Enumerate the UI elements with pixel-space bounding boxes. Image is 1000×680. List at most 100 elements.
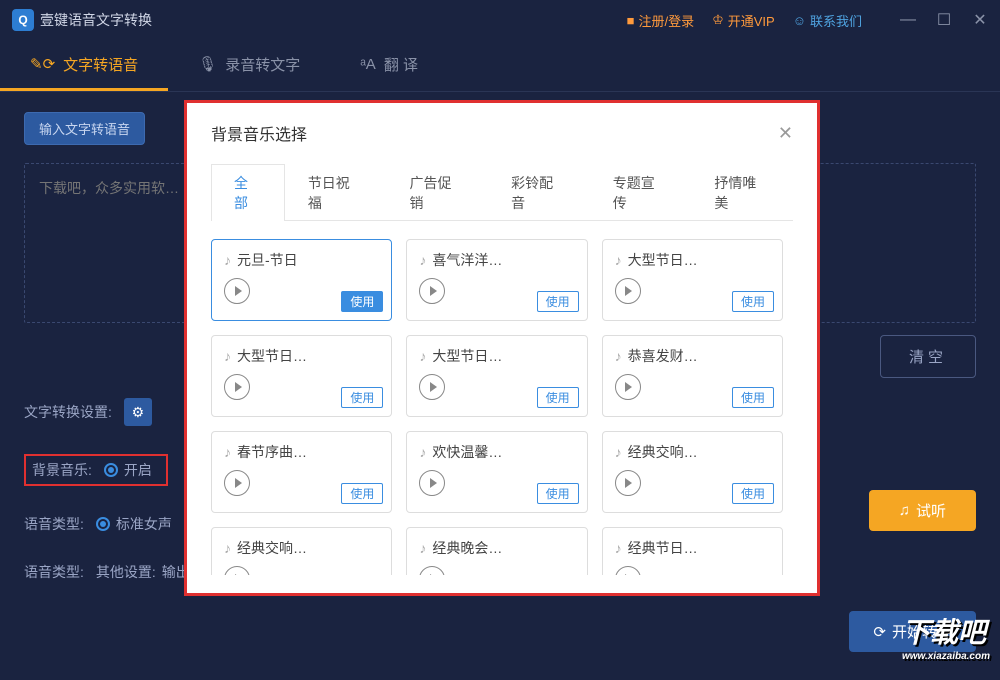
play-icon	[625, 382, 632, 392]
music-note-icon: ♪	[224, 444, 231, 460]
play-button[interactable]	[224, 374, 250, 400]
modal-tab-1[interactable]: 节日祝福	[285, 164, 387, 221]
music-title: 经典交响…	[237, 538, 307, 558]
tab-label: 翻 译	[384, 54, 418, 75]
music-card[interactable]: ♪ 大型节日… 使用	[602, 239, 783, 321]
use-button[interactable]: 使用	[537, 387, 579, 408]
music-card[interactable]: ♪ 大型节日… 使用	[406, 335, 587, 417]
titlebar: Q 壹键语音文字转换 ■ 注册/登录 ♔ 开通VIP ☺ 联系我们 — ☐ ✕	[0, 0, 1000, 40]
bgm-highlight: 背景音乐: 开启	[24, 454, 168, 486]
app-name: 壹键语音文字转换	[40, 10, 152, 30]
tab-speech-to-text[interactable]: 🎙录音转文字	[168, 40, 330, 91]
contact-label: 联系我们	[810, 11, 862, 30]
music-title: 恭喜发财…	[628, 346, 698, 366]
music-card[interactable]: ♪ 春节序曲… 使用	[211, 431, 392, 513]
voice-radio[interactable]	[96, 517, 110, 531]
play-button[interactable]	[419, 566, 445, 575]
play-icon	[430, 286, 437, 296]
music-note-icon: ♪	[224, 348, 231, 364]
music-card[interactable]: ♪ 经典交响… 使用	[602, 431, 783, 513]
music-card[interactable]: ♪ 喜气洋洋… 使用	[406, 239, 587, 321]
modal-close-button[interactable]: ✕	[778, 123, 793, 144]
input-text-button[interactable]: 输入文字转语音	[24, 112, 145, 145]
use-button[interactable]: 使用	[537, 483, 579, 504]
music-note-icon: ♪	[419, 444, 426, 460]
minimize-button[interactable]: —	[900, 12, 916, 28]
music-name-row: ♪ 大型节日…	[615, 250, 770, 270]
music-note-icon: ♪	[615, 348, 622, 364]
convert-button[interactable]: ⟳ 开始转换	[849, 611, 976, 652]
login-link[interactable]: ■ 注册/登录	[627, 11, 694, 30]
music-card[interactable]: ♪ 经典节日… 使用	[602, 527, 783, 575]
use-button[interactable]: 使用	[732, 291, 774, 312]
modal-tab-5[interactable]: 抒情唯美	[691, 164, 793, 221]
music-title: 经典晚会…	[432, 538, 502, 558]
music-note-icon: ♪	[419, 540, 426, 556]
close-button[interactable]: ✕	[972, 12, 988, 28]
use-button[interactable]: 使用	[732, 483, 774, 504]
music-name-row: ♪ 恭喜发财…	[615, 346, 770, 366]
play-button[interactable]	[419, 278, 445, 304]
play-button[interactable]	[615, 470, 641, 496]
translate-icon: ᵃA	[360, 56, 376, 73]
music-card[interactable]: ♪ 元旦-节日 使用	[211, 239, 392, 321]
music-title: 欢快温馨…	[432, 442, 502, 462]
play-button[interactable]	[615, 566, 641, 575]
gear-icon: ⚙	[132, 404, 145, 421]
play-button[interactable]	[419, 374, 445, 400]
modal-tab-4[interactable]: 专题宣传	[590, 164, 692, 221]
mic-icon: 🎙	[198, 55, 217, 73]
music-note-icon: ♪	[615, 444, 622, 460]
bgm-label: 背景音乐:	[32, 460, 92, 480]
convert-icon: ⟳	[873, 623, 886, 641]
play-button[interactable]	[224, 278, 250, 304]
bgm-option-label: 开启	[124, 460, 152, 480]
music-card[interactable]: ♪ 欢快温馨… 使用	[406, 431, 587, 513]
gear-button[interactable]: ⚙	[124, 398, 152, 426]
music-name-row: ♪ 经典节日…	[615, 538, 770, 558]
contact-link[interactable]: ☺ 联系我们	[793, 11, 862, 30]
clear-button[interactable]: 清空	[880, 335, 976, 378]
music-card[interactable]: ♪ 经典交响… 使用	[211, 527, 392, 575]
convert-settings-label: 文字转换设置:	[24, 402, 112, 422]
main-tabs: ✎⟳文字转语音 🎙录音转文字 ᵃA 翻 译	[0, 40, 1000, 92]
music-card[interactable]: ♪ 恭喜发财… 使用	[602, 335, 783, 417]
convert-label: 开始转换	[892, 621, 952, 642]
play-button[interactable]	[224, 470, 250, 496]
other-prefix: 其他设置:	[96, 562, 156, 582]
music-card[interactable]: ♪ 大型节日… 使用	[211, 335, 392, 417]
tab-text-to-speech[interactable]: ✎⟳文字转语音	[0, 40, 168, 91]
modal-inner: 背景音乐选择 ✕ 全部节日祝福广告促销彩铃配音专题宣传抒情唯美 ♪ 元旦-节日 …	[187, 103, 817, 593]
music-title: 大型节日…	[432, 346, 502, 366]
play-button[interactable]	[224, 566, 250, 575]
preview-label: 试听	[916, 500, 946, 521]
play-button[interactable]	[615, 374, 641, 400]
bgm-radio-on[interactable]	[104, 463, 118, 477]
maximize-button[interactable]: ☐	[936, 12, 952, 28]
music-title: 大型节日…	[628, 250, 698, 270]
tab-translate[interactable]: ᵃA 翻 译	[330, 40, 448, 91]
modal-tabs: 全部节日祝福广告促销彩铃配音专题宣传抒情唯美	[211, 163, 793, 221]
music-title: 经典交响…	[628, 442, 698, 462]
music-name-row: ♪ 欢快温馨…	[419, 442, 574, 462]
modal-tab-0[interactable]: 全部	[211, 164, 285, 221]
music-title: 经典节日…	[628, 538, 698, 558]
use-button[interactable]: 使用	[537, 291, 579, 312]
play-button[interactable]	[615, 278, 641, 304]
preview-button[interactable]: ♫试听	[869, 490, 976, 531]
use-button[interactable]: 使用	[341, 387, 383, 408]
voice-type-label: 语音类型:	[24, 514, 84, 534]
modal-tab-2[interactable]: 广告促销	[386, 164, 488, 221]
music-grid[interactable]: ♪ 元旦-节日 使用 ♪ 喜气洋洋… 使用 ♪ 大型节日… 使用 ♪ 大型节日……	[211, 239, 793, 575]
music-card[interactable]: ♪ 经典晚会… 使用	[406, 527, 587, 575]
header-actions: ■ 注册/登录 ♔ 开通VIP ☺ 联系我们 — ☐ ✕	[627, 11, 988, 30]
use-button[interactable]: 使用	[732, 387, 774, 408]
play-button[interactable]	[419, 470, 445, 496]
modal-tab-3[interactable]: 彩铃配音	[488, 164, 590, 221]
use-button[interactable]: 使用	[341, 483, 383, 504]
play-icon	[625, 574, 632, 575]
vip-link[interactable]: ♔ 开通VIP	[712, 11, 775, 30]
music-name-row: ♪ 大型节日…	[224, 346, 379, 366]
use-button[interactable]: 使用	[341, 291, 383, 312]
music-name-row: ♪ 经典晚会…	[419, 538, 574, 558]
